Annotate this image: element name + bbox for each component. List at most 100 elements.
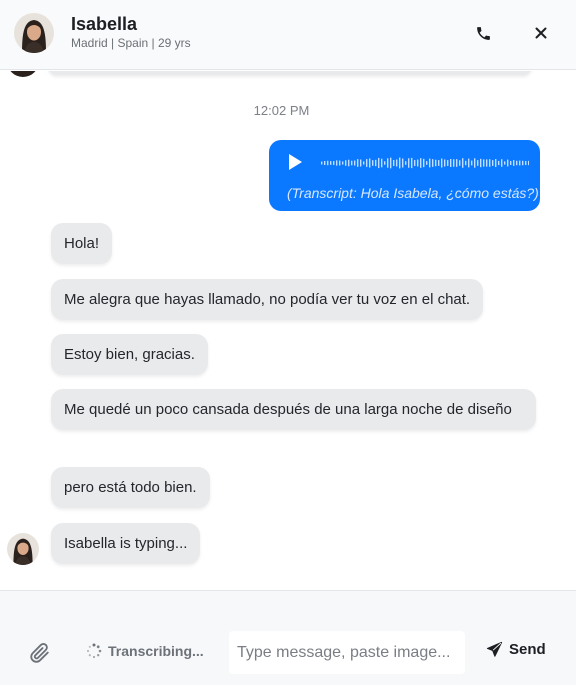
waveform-bar (360, 159, 362, 167)
waveform-bar (333, 161, 335, 165)
waveform-bar (432, 159, 434, 167)
avatar (7, 533, 39, 565)
message-timestamp: 12:02 PM (253, 103, 310, 118)
waveform-bar (357, 159, 359, 167)
message-bubble: pero está todo bien. (51, 467, 210, 508)
waveform-bar (393, 159, 395, 167)
waveform-bar (480, 158, 482, 168)
transcribing-label: Transcribing... (108, 643, 204, 659)
message-bubble: Hola! (51, 223, 113, 264)
message-composer: Transcribing... Send (0, 590, 576, 685)
message-bubble: Estoy bien, gracias. (51, 334, 208, 375)
waveform-bar (327, 160, 329, 166)
waveform-bar (402, 158, 404, 168)
waveform-bar (501, 159, 503, 167)
waveform-bar (414, 160, 416, 166)
waveform-bar (381, 158, 383, 168)
send-icon (486, 641, 503, 657)
waveform-bar (429, 158, 431, 168)
close-icon (535, 27, 547, 39)
waveform-bar (477, 160, 479, 166)
waveform-bar (342, 161, 344, 165)
voice-transcript: (Transcript: Hola Isabela, ¿cómo estás?) (287, 185, 539, 201)
waveform-bar (486, 159, 488, 167)
waveform-bar (363, 161, 365, 165)
voice-message-bubble: (Transcript: Hola Isabela, ¿cómo estás?) (269, 140, 540, 211)
message-bubble: Me alegra que hayas llamado, no podía ve… (51, 279, 484, 320)
waveform-bar (339, 160, 341, 166)
waveform-bar (387, 158, 389, 168)
waveform-bar (447, 160, 449, 166)
avatar (7, 71, 39, 77)
waveform-bar (513, 160, 515, 166)
avatar[interactable] (14, 13, 54, 53)
waveform-bar (372, 160, 374, 166)
waveform-bar (345, 160, 347, 166)
typing-indicator: Isabella is typing... (51, 523, 201, 564)
message-bubble (48, 71, 532, 75)
waveform-bar (336, 160, 338, 166)
waveform-bar (510, 161, 512, 165)
send-label: Send (509, 641, 546, 658)
waveform-bar (351, 160, 353, 166)
waveform-bar (483, 159, 485, 167)
waveform-bar (426, 161, 428, 165)
waveform-bar (516, 160, 518, 166)
chat-header: Isabella Madrid | Spain | 29 yrs (0, 0, 576, 70)
waveform-bar (453, 159, 455, 167)
waveform-bar (417, 159, 419, 167)
waveform-bar (522, 160, 524, 166)
waveform-bar (462, 158, 464, 168)
waveform-bar (444, 159, 446, 167)
waveform-bar (438, 160, 440, 166)
waveform-bar (492, 160, 494, 166)
waveform-bar (330, 161, 332, 165)
play-icon[interactable] (285, 152, 305, 172)
waveform-bar (471, 160, 473, 166)
waveform-bar (420, 158, 422, 168)
waveform-bar (411, 157, 413, 169)
waveform-bar (324, 160, 326, 166)
message-input[interactable] (229, 631, 465, 674)
contact-name: Isabella (71, 14, 138, 34)
waveform-bar (423, 158, 425, 168)
waveform-bar (390, 157, 392, 169)
waveform-bar (396, 159, 398, 167)
chat-area[interactable]: 12:02 PM (Transcript: Hola Isabela, ¿cóm… (0, 71, 576, 590)
waveform-bar (384, 161, 386, 165)
waveform-bar (525, 160, 527, 166)
call-button[interactable] (470, 20, 496, 46)
waveform-bar (465, 160, 467, 166)
waveform-bar (519, 160, 521, 166)
waveform-bar (507, 159, 509, 167)
waveform-bar (375, 159, 377, 167)
waveform-bar (399, 157, 401, 169)
waveform-bar (321, 161, 323, 165)
waveform-bar (498, 160, 500, 166)
spinner-icon (86, 643, 102, 659)
contact-meta: Madrid | Spain | 29 yrs (71, 36, 191, 50)
waveform-bar (468, 158, 470, 168)
waveform-bar (408, 158, 410, 168)
waveform-bar (366, 159, 368, 167)
waveform-bar (495, 158, 497, 168)
waveform-bar (474, 158, 476, 168)
waveform-bar (450, 158, 452, 168)
waveform-bar (348, 159, 350, 167)
waveform-bar (441, 158, 443, 168)
waveform-bar (459, 160, 461, 166)
close-button[interactable] (528, 20, 554, 46)
waveform-bar (378, 157, 380, 169)
waveform-bar (504, 161, 506, 165)
waveform-bar (354, 160, 356, 166)
waveform-bar (435, 159, 437, 167)
send-button[interactable]: Send (486, 641, 546, 658)
waveform-bar (528, 160, 529, 166)
waveform-bar (369, 158, 371, 168)
waveform-bar (405, 161, 407, 165)
transcribing-status: Transcribing... (86, 643, 204, 659)
phone-icon (476, 26, 490, 40)
paperclip-icon[interactable] (29, 642, 51, 664)
message-bubble: Me quedé un poco cansada después de una … (51, 389, 536, 430)
waveform[interactable] (319, 154, 529, 172)
